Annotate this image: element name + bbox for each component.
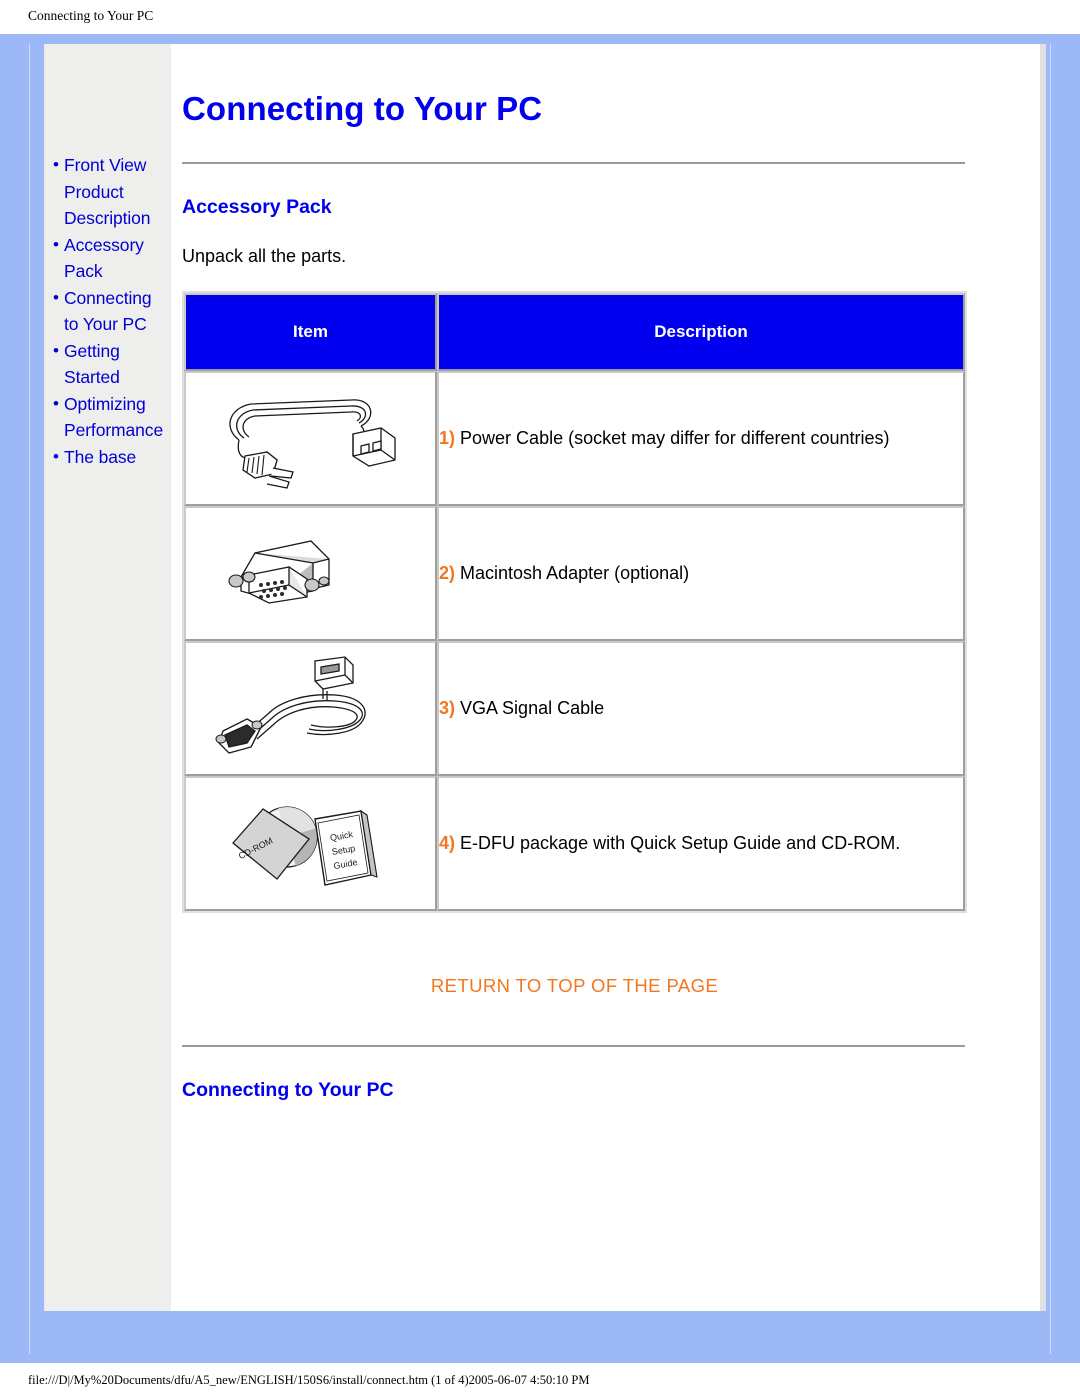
vga-signal-cable-icon xyxy=(215,655,366,754)
page-title: Connecting to Your PC xyxy=(182,90,543,127)
item-description-text: Power Cable (socket may differ for diffe… xyxy=(460,428,890,448)
table-row: CD-ROM Quick Setup Guide 4) E-DFU packag… xyxy=(184,776,965,911)
sidebar-item-the-base[interactable]: • The base xyxy=(51,444,167,471)
item-description-text: Macintosh Adapter (optional) xyxy=(460,563,690,583)
item-image-cell xyxy=(184,506,437,641)
item-description-cell: 2) Macintosh Adapter (optional) xyxy=(437,506,965,641)
frame-stripe-right xyxy=(1050,44,1051,1354)
page-frame-inner: • Front View Product Description • Acces… xyxy=(10,44,1070,1354)
column-header-item: Item xyxy=(184,293,437,371)
bullet-icon: • xyxy=(53,155,59,174)
column-header-description: Description xyxy=(437,293,965,371)
item-description-cell: 1) Power Cable (socket may differ for di… xyxy=(437,371,965,506)
bullet-icon: • xyxy=(53,287,59,307)
sidebar-item-label[interactable]: The base xyxy=(64,444,136,471)
accessory-pack-heading: Accessory Pack xyxy=(182,196,332,218)
item-number: 3) xyxy=(439,698,456,718)
sidebar-item-label[interactable]: Connecting to Your PC xyxy=(64,285,167,338)
sidebar-item-optimizing-performance[interactable]: • Optimizing Performance xyxy=(51,391,167,444)
bullet-icon: • xyxy=(53,393,59,413)
table-header-row: Item Description xyxy=(184,293,965,371)
sidebar-item-list: • Front View Product Description • Acces… xyxy=(45,152,171,470)
frame-stripe-left xyxy=(29,44,30,1354)
item-description-cell: 4) E-DFU package with Quick Setup Guide … xyxy=(437,776,965,911)
connecting-to-your-pc-heading: Connecting to Your PC xyxy=(182,1079,394,1101)
accessory-pack-table: Item Description 1) Power Cable (socket … xyxy=(182,291,967,913)
print-footer-path: file:///D|/My%20Documents/dfu/A5_new/ENG… xyxy=(0,1363,1080,1397)
item-description-cell: 3) VGA Signal Cable xyxy=(437,641,965,776)
accessory-pack-intro: Unpack all the parts. xyxy=(182,246,347,266)
cdrom-package-icon: CD-ROM Quick Setup Guide xyxy=(231,806,378,886)
item-image-cell xyxy=(184,371,437,506)
return-to-top-row: RETURN TO TOP OF THE PAGE xyxy=(182,975,967,997)
power-cable-icon xyxy=(228,398,396,489)
item-description-text: VGA Signal Cable xyxy=(460,698,605,718)
item-number: 1) xyxy=(439,428,456,448)
accessory-table-body: 1) Power Cable (socket may differ for di… xyxy=(184,371,965,911)
item-image-cell xyxy=(184,641,437,776)
macintosh-adapter-icon xyxy=(227,539,330,604)
sidebar-item-front-view-product-description[interactable]: • Front View Product Description xyxy=(51,152,167,232)
print-header-title: Connecting to Your PC xyxy=(0,0,1080,34)
item-number: 2) xyxy=(439,563,456,583)
item-number: 4) xyxy=(439,833,456,853)
item-description-text: E-DFU package with Quick Setup Guide and… xyxy=(460,833,901,853)
sidebar-item-connecting-to-your-pc[interactable]: • Connecting to Your PC xyxy=(51,285,167,338)
sidebar-navigation: • Front View Product Description • Acces… xyxy=(44,44,171,1311)
bullet-icon: • xyxy=(53,340,59,360)
sidebar-item-accessory-pack[interactable]: • Accessory Pack xyxy=(51,232,167,285)
item-image-cell: CD-ROM Quick Setup Guide xyxy=(184,776,437,911)
bullet-icon: • xyxy=(53,234,59,254)
sidebar-item-label[interactable]: Front View Product Description xyxy=(64,152,167,232)
table-row: 3) VGA Signal Cable xyxy=(184,641,965,776)
section-divider xyxy=(182,1045,965,1047)
accessory-table-wrapper: Item Description 1) Power Cable (socket … xyxy=(182,291,967,913)
return-to-top-link[interactable]: RETURN TO TOP OF THE PAGE xyxy=(431,975,718,996)
sidebar-item-label[interactable]: Accessory Pack xyxy=(64,232,167,285)
sidebar-item-label[interactable]: Optimizing Performance xyxy=(64,391,167,444)
bullet-icon: • xyxy=(53,446,59,466)
table-row: 2) Macintosh Adapter (optional) xyxy=(184,506,965,641)
title-divider xyxy=(182,162,965,164)
table-row: 1) Power Cable (socket may differ for di… xyxy=(184,371,965,506)
sidebar-item-getting-started[interactable]: • Getting Started xyxy=(51,338,167,391)
content-surface: • Front View Product Description • Acces… xyxy=(44,44,1046,1311)
main-content: Connecting to Your PC Accessory Pack Unp… xyxy=(171,44,1040,1311)
page-frame: • Front View Product Description • Acces… xyxy=(0,34,1080,1363)
accessory-table-head: Item Description xyxy=(184,293,965,371)
sidebar-item-label[interactable]: Getting Started xyxy=(64,338,167,391)
